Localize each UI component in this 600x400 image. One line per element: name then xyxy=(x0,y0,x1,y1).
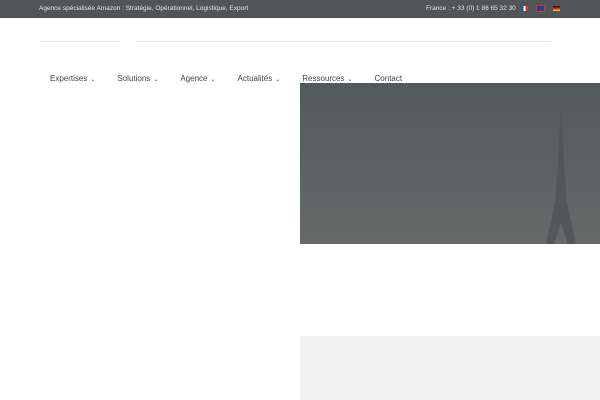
chevron-down-icon: ⌄ xyxy=(153,77,159,83)
flag-en-icon[interactable] xyxy=(536,5,545,12)
phone-number[interactable]: France : + 33 (0) 1 86 65 32 30 xyxy=(426,5,516,12)
nav-contact[interactable]: Contact xyxy=(375,74,403,83)
nav-label: Contact xyxy=(374,74,403,83)
chevron-down-icon: ⌄ xyxy=(90,77,96,83)
flag-de-icon[interactable] xyxy=(553,6,560,11)
nav-label: Expertises xyxy=(50,74,88,83)
hero-image-paris xyxy=(300,83,600,244)
nav-actualites[interactable]: Actualités ⌄ xyxy=(238,74,281,83)
logo-line xyxy=(40,41,120,42)
flag-fr-icon[interactable] xyxy=(521,6,528,11)
top-bar: Agence spécialisée Amazon : Stratégie, O… xyxy=(0,0,600,18)
eiffel-tower-image xyxy=(546,113,576,244)
nav-label: Actualités xyxy=(237,74,273,83)
nav-solutions[interactable]: Solutions ⌄ xyxy=(117,74,158,83)
nav-label: Ressources xyxy=(302,74,345,83)
tagline: Agence spécialisée Amazon : Stratégie, O… xyxy=(39,5,249,12)
logo-line xyxy=(137,41,550,42)
nav-expertises[interactable]: Expertises ⌄ xyxy=(50,74,95,83)
content-panel xyxy=(300,336,600,400)
main-nav: Expertises ⌄ Solutions ⌄ Agence ⌄ Actualité… xyxy=(50,74,424,83)
chevron-down-icon: ⌄ xyxy=(210,77,216,83)
nav-ressources[interactable]: Ressources ⌄ xyxy=(302,74,352,83)
nav-label: Solutions xyxy=(117,74,151,83)
nav-agence[interactable]: Agence ⌄ xyxy=(180,74,215,83)
chevron-down-icon: ⌄ xyxy=(275,77,281,83)
nav-label: Agence xyxy=(180,74,208,83)
